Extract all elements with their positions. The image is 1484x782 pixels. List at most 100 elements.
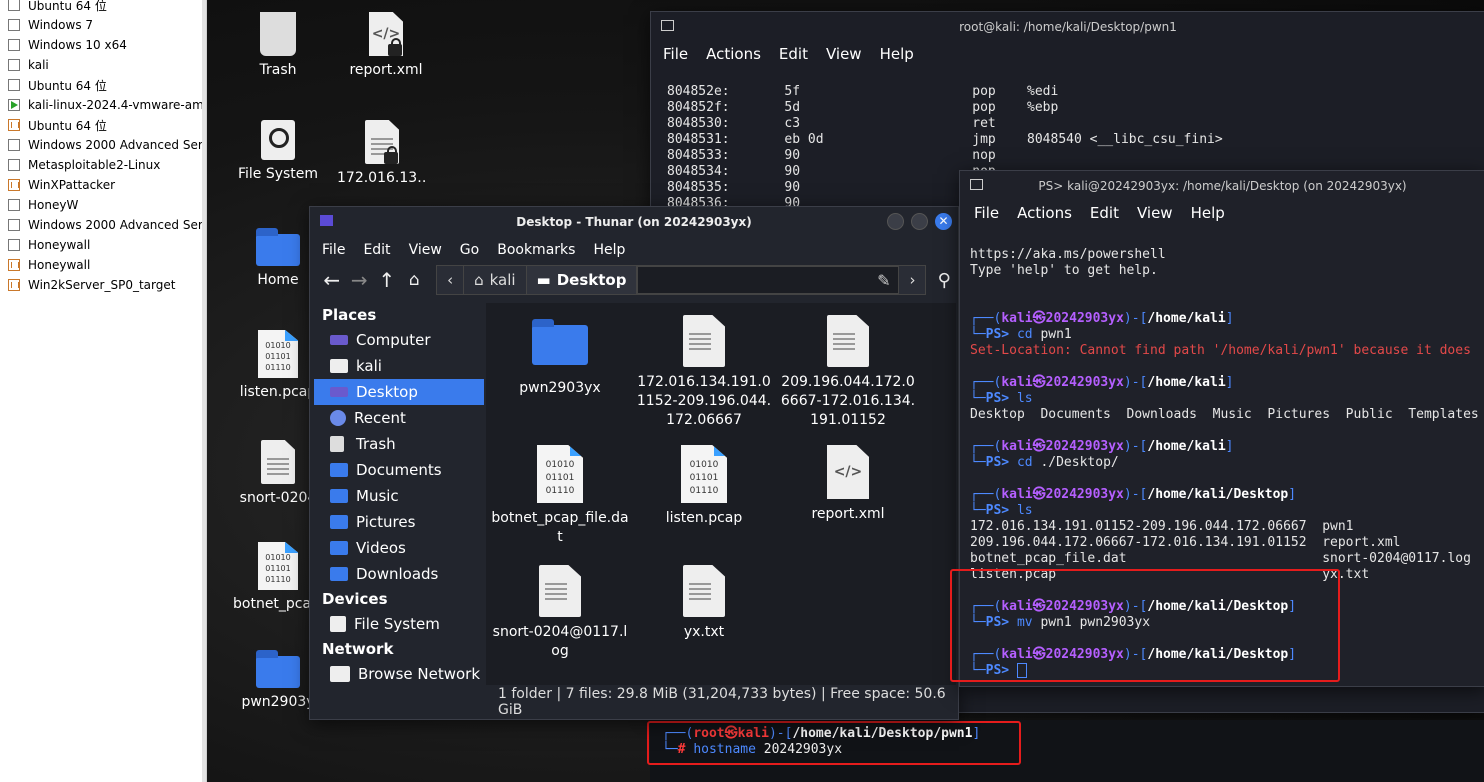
up-button[interactable]: ↑ <box>373 266 401 294</box>
root-terminal-titlebar[interactable]: root@kali: /home/kali/Desktop/pwn1 <box>651 12 1484 42</box>
terminal-icon <box>661 20 674 31</box>
vm-list-item[interactable]: Ubuntu 64 位 <box>0 75 206 95</box>
vm-list-item[interactable]: Metasploitable2-Linux <box>0 155 206 175</box>
file-item-ip-2[interactable]: 209.196.044.172.06667-172.016.134.191.01… <box>778 315 918 430</box>
vm-list-item[interactable]: Honeywall <box>0 235 206 255</box>
vm-list-item[interactable]: WinXPattacker <box>0 175 206 195</box>
ps-terminal-titlebar[interactable]: PS> kali@20242903yx: /home/kali/Desktop … <box>960 171 1484 201</box>
search-button[interactable]: ⚲ <box>930 266 958 294</box>
menu-actions[interactable]: Actions <box>1017 204 1072 222</box>
desktop-icon-report[interactable]: </> report.xml <box>341 12 431 78</box>
vm-list-item[interactable]: kali <box>0 55 206 75</box>
vm-list-item[interactable]: Honeywall <box>0 255 206 275</box>
menu-go[interactable]: Go <box>460 242 479 258</box>
binary-file-icon: 01010 01101 01110 <box>258 330 298 378</box>
breadcrumb-kali[interactable]: ⌂ kali <box>464 266 527 294</box>
menu-help[interactable]: Help <box>1191 204 1225 222</box>
file-item-yx[interactable]: yx.txt <box>634 565 774 642</box>
back-button[interactable]: ← <box>318 266 346 294</box>
desktop-icon-trash[interactable]: Trash <box>233 12 323 78</box>
menu-file[interactable]: File <box>322 242 345 258</box>
thunar-sidebar: Places Computer kali Desktop Recent Tras… <box>314 303 484 717</box>
vm-list-item[interactable]: Win2kServer_SP0_target <box>0 275 206 295</box>
desktop-icon-filesystem[interactable]: File System <box>233 120 323 182</box>
binary-file-icon: 01010 01101 01110 <box>258 542 298 590</box>
vm-list-item[interactable]: Windows 2000 Advanced Serv <box>0 135 206 155</box>
binary-file-icon: 01010 01101 01110 <box>681 445 727 503</box>
file-item-botnet[interactable]: 01010 01101 01110 botnet_pcap_file.dat <box>490 445 630 547</box>
vm-list-scrollbar[interactable] <box>202 0 206 782</box>
menu-help[interactable]: Help <box>880 45 914 63</box>
sidebar-item-desktop[interactable]: Desktop <box>314 379 484 405</box>
vm-icon <box>8 59 20 71</box>
file-item-pwn2903yx[interactable]: pwn2903yx <box>490 315 630 398</box>
disasm-line: 804852f: 5d pop %ebp <box>667 100 1059 115</box>
vm-icon <box>8 219 20 231</box>
devices-header: Devices <box>322 590 388 608</box>
sidebar-item-filesystem[interactable]: File System <box>314 611 484 637</box>
vm-list-item[interactable]: Ubuntu 64 位 <box>0 115 206 135</box>
ps-highlight-box <box>950 569 1340 682</box>
menu-actions[interactable]: Actions <box>706 45 761 63</box>
menu-edit[interactable]: Edit <box>779 45 808 63</box>
vm-list-item[interactable]: Windows 10 x64 <box>0 35 206 55</box>
sidebar-item-kali[interactable]: kali <box>314 353 484 379</box>
computer-icon <box>330 335 348 345</box>
vm-icon <box>8 239 20 251</box>
menu-view[interactable]: View <box>1137 204 1173 222</box>
breadcrumb-next-button[interactable]: › <box>899 266 925 294</box>
thunar-window[interactable]: Desktop - Thunar (on 20242903yx) ✕ File … <box>309 206 959 720</box>
menu-view[interactable]: View <box>409 242 442 258</box>
vm-list-item[interactable]: Windows 2000 Advanced Serv <box>0 215 206 235</box>
vm-icon <box>8 0 20 11</box>
menu-edit[interactable]: Edit <box>1090 204 1119 222</box>
desktop-icon: ▬ <box>536 271 551 289</box>
file-view[interactable]: pwn2903yx 172.016.134.191.01152-209.196.… <box>486 303 956 685</box>
home-folder-icon <box>256 228 300 266</box>
menu-file[interactable]: File <box>974 204 999 222</box>
minimize-button[interactable] <box>887 213 904 230</box>
vm-icon <box>8 199 20 211</box>
vm-icon <box>8 259 20 271</box>
breadcrumb: ‹ ⌂ kali ▬ Desktop ✎ › <box>436 265 927 295</box>
sidebar-item-trash[interactable]: Trash <box>314 431 484 457</box>
home-button[interactable]: ⌂ <box>401 266 429 294</box>
sidebar-item-downloads[interactable]: Downloads <box>314 561 484 587</box>
sidebar-item-recent[interactable]: Recent <box>314 405 484 431</box>
maximize-button[interactable] <box>911 213 928 230</box>
thunar-titlebar[interactable]: Desktop - Thunar (on 20242903yx) ✕ <box>310 207 958 237</box>
vm-list-item[interactable]: HoneyW <box>0 195 206 215</box>
menu-edit[interactable]: Edit <box>363 242 390 258</box>
pictures-folder-icon <box>330 515 348 529</box>
menu-help[interactable]: Help <box>593 242 625 258</box>
desktop-icon-ip-file[interactable]: 172.016.13… <box>337 120 427 186</box>
file-item-report[interactable]: </> report.xml <box>778 445 918 524</box>
thunar-statusbar: 1 folder | 7 files: 29.8 MiB (31,204,733… <box>498 686 946 718</box>
file-item-listen[interactable]: 01010 01101 01110 listen.pcap <box>634 445 774 528</box>
close-button[interactable]: ✕ <box>935 213 952 230</box>
sidebar-item-pictures[interactable]: Pictures <box>314 509 484 535</box>
sidebar-item-videos[interactable]: Videos <box>314 535 484 561</box>
sidebar-item-music[interactable]: Music <box>314 483 484 509</box>
file-item-ip-1[interactable]: 172.016.134.191.01152-209.196.044.172.06… <box>634 315 774 430</box>
forward-button[interactable]: → <box>346 266 374 294</box>
clock-icon <box>330 410 346 426</box>
menu-bookmarks[interactable]: Bookmarks <box>497 242 575 258</box>
sidebar-item-documents[interactable]: Documents <box>314 457 484 483</box>
menu-view[interactable]: View <box>826 45 862 63</box>
vm-icon <box>8 79 20 91</box>
downloads-folder-icon <box>330 567 348 581</box>
sidebar-item-computer[interactable]: Computer <box>314 327 484 353</box>
vm-list-item[interactable]: kali-linux-2024.4-vmware-amd <box>0 95 206 115</box>
vm-list-item[interactable]: Windows 7 <box>0 15 206 35</box>
home-folder-icon <box>330 359 348 373</box>
location-field[interactable]: ✎ <box>637 266 900 294</box>
breadcrumb-desktop[interactable]: ▬ Desktop <box>526 266 638 294</box>
menu-file[interactable]: File <box>663 45 688 63</box>
sidebar-item-browse-network[interactable]: Browse Network <box>314 661 484 687</box>
trash-icon <box>330 436 344 452</box>
vm-icon <box>8 179 20 191</box>
file-item-snort[interactable]: snort-0204@0117.log <box>490 565 630 661</box>
vm-list-item[interactable]: Ubuntu 64 位 <box>0 0 206 15</box>
breadcrumb-prev-button[interactable]: ‹ <box>437 266 465 294</box>
